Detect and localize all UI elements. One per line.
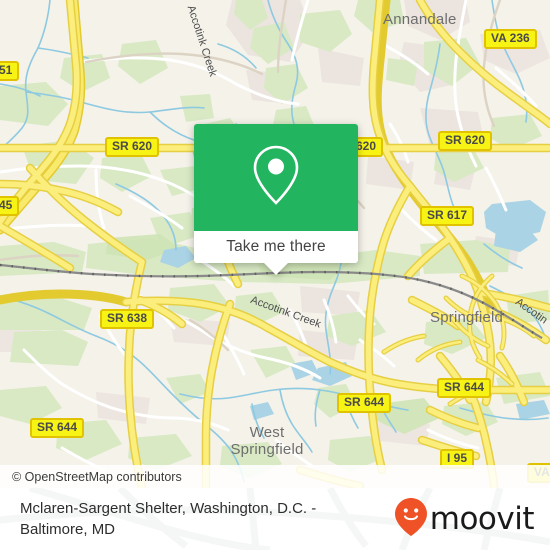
road-shield: VA 236	[484, 29, 537, 49]
road-shield: SR 644	[337, 393, 392, 413]
road-shield: SR 617	[420, 206, 475, 226]
take-me-there-button[interactable]: Take me there	[194, 231, 358, 275]
road-shield: SR 620	[105, 137, 160, 157]
road-shield: 45	[0, 196, 20, 216]
road-shield: SR 638	[100, 309, 155, 329]
road-shield: SR 644	[437, 378, 492, 398]
page-title: Mclaren-Sargent Shelter, Washington, D.C…	[20, 500, 317, 538]
footer-bar: Mclaren-Sargent Shelter, Washington, D.C…	[0, 488, 550, 550]
moovit-pin-smiley-icon	[394, 497, 428, 542]
road-shield: 51	[0, 61, 20, 81]
map-canvas[interactable]: Annandale Springfield West Springfield VA …	[0, 0, 550, 488]
map-pin-icon	[250, 144, 302, 211]
moovit-logo[interactable]: moovit	[394, 497, 535, 542]
moovit-wordmark: moovit	[429, 500, 535, 537]
take-me-there-label: Take me there	[226, 238, 326, 255]
popup-header	[194, 124, 358, 231]
road-shield: SR 620	[438, 131, 493, 151]
attribution-text: © OpenStreetMap contributors	[12, 469, 182, 484]
map-screenshot: Annandale Springfield West Springfield VA …	[0, 0, 550, 550]
popup-pointer	[264, 263, 288, 275]
road-shield: SR 644	[30, 418, 85, 438]
location-popup-card[interactable]: Take me there	[194, 124, 358, 275]
map-attribution: © OpenStreetMap contributors	[0, 465, 550, 488]
